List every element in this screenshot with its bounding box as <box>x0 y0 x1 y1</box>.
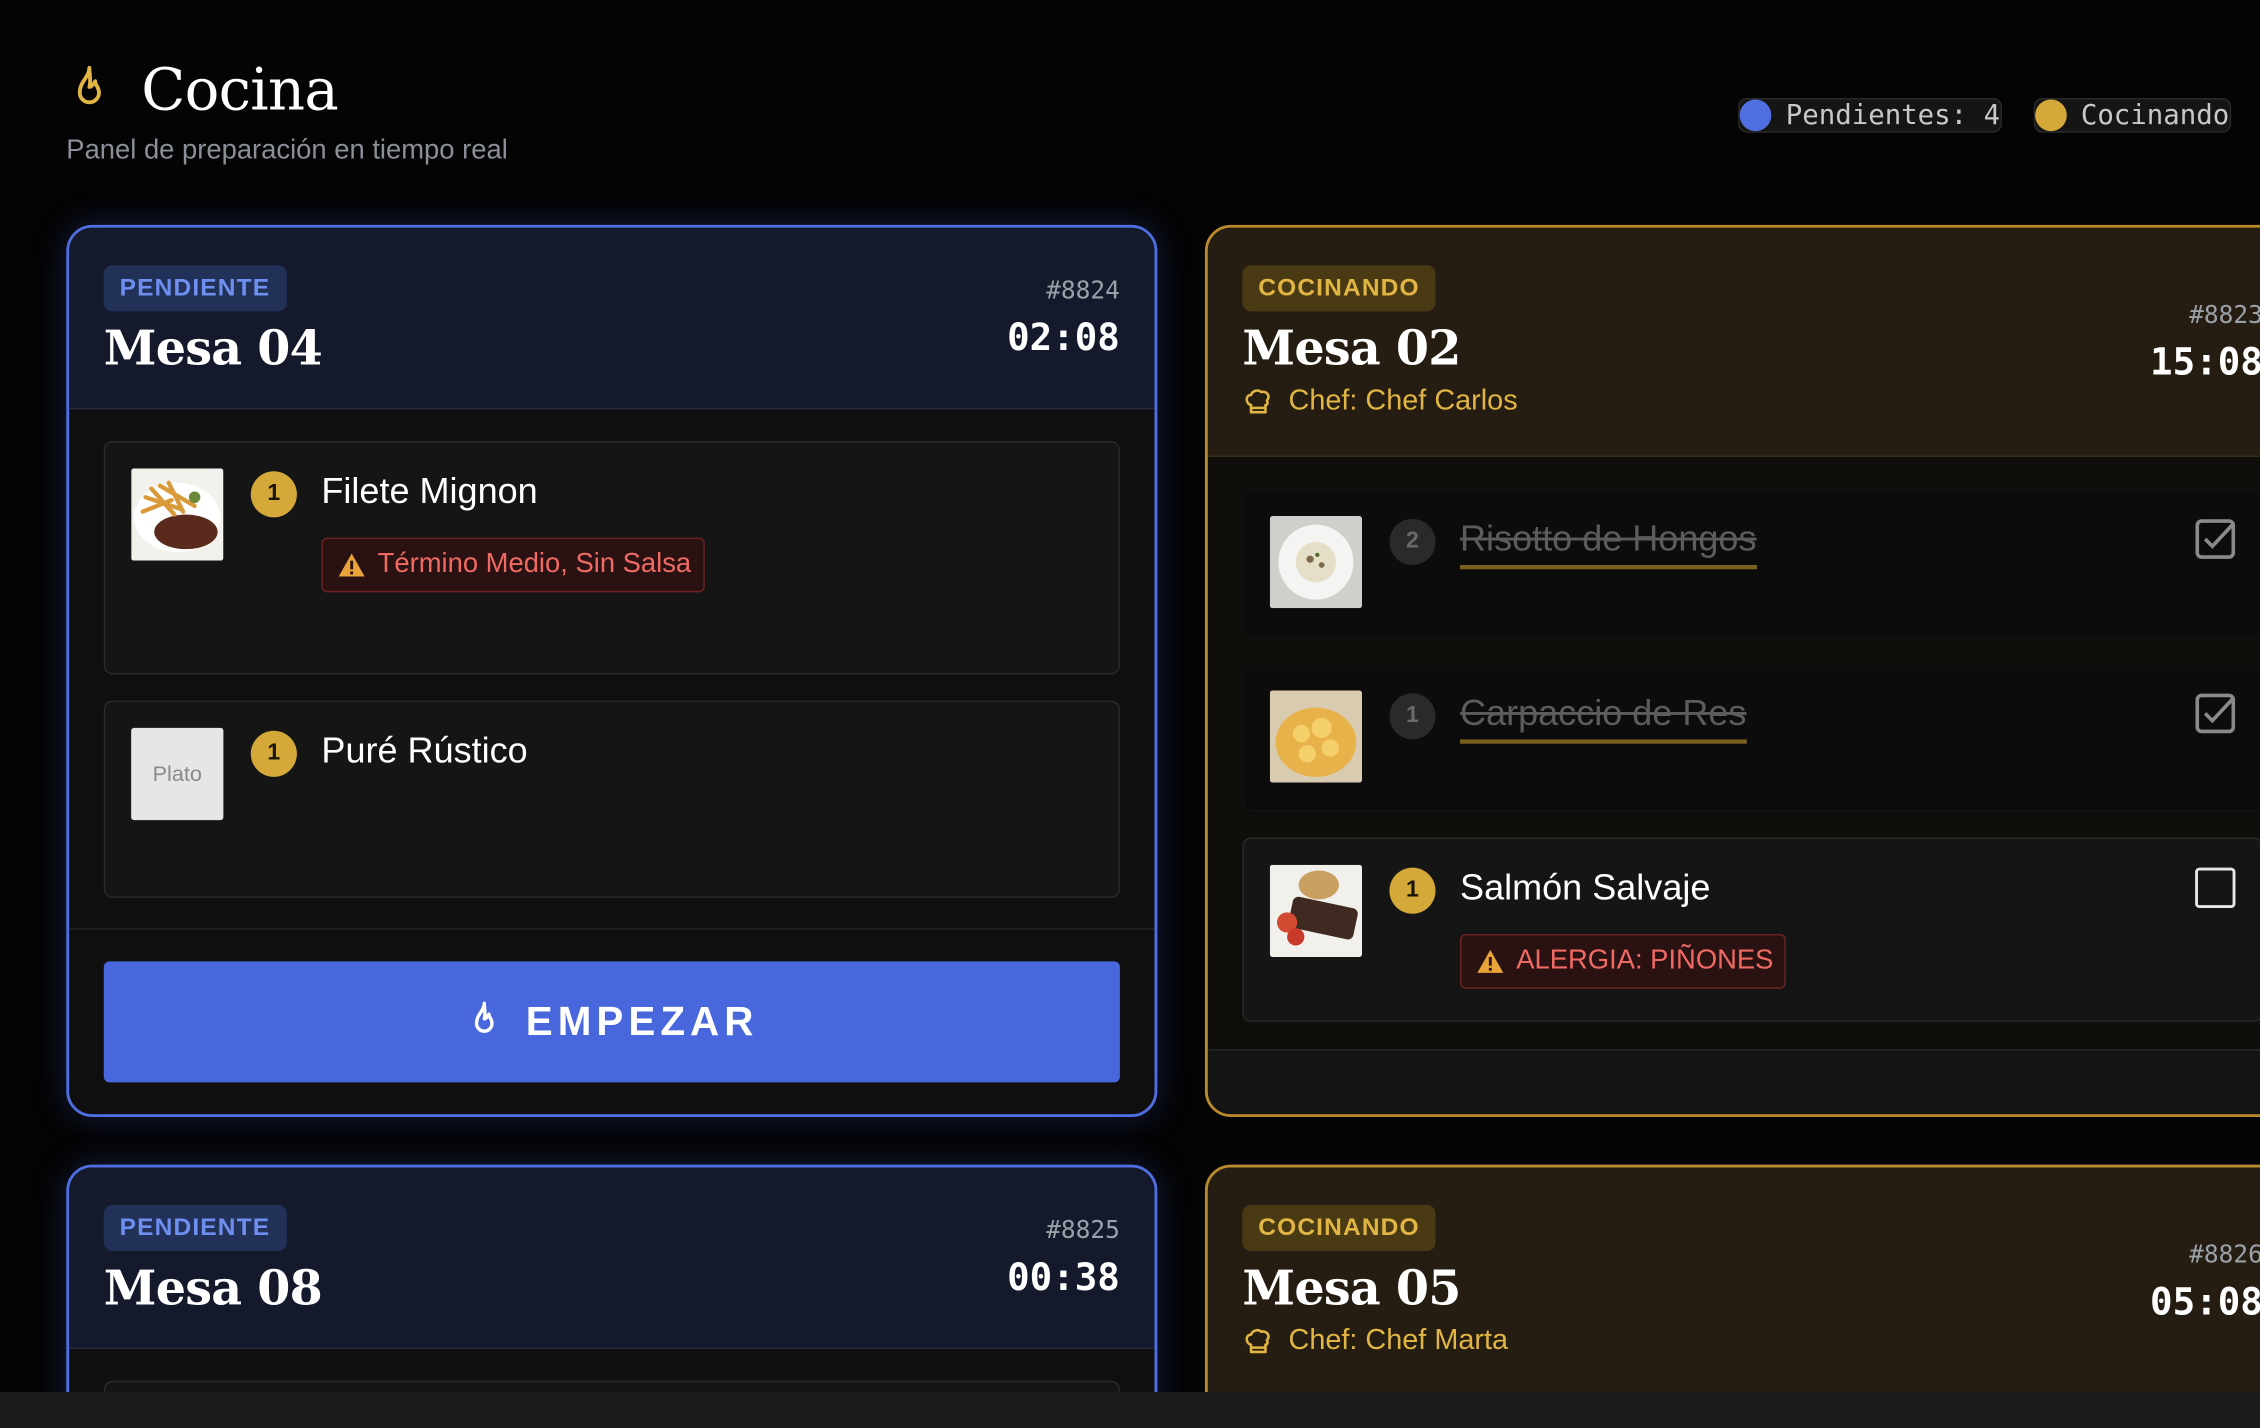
special-note: Término Medio, Sin Salsa <box>321 537 705 593</box>
list-item: 1 Carpaccio de Res <box>1242 662 2260 812</box>
chef-name: Chef: Chef Carlos <box>1288 384 1518 417</box>
table-name: Mesa 02 <box>1242 319 1461 377</box>
quantity-badge: 1 <box>1389 693 1436 740</box>
item-list: 1 Filete Mignon Término Medio, Sin Salsa… <box>69 409 1154 898</box>
title-row: Cocina <box>66 58 507 124</box>
status-badge: PENDIENTE <box>103 265 287 312</box>
dish-image <box>131 468 224 561</box>
card-header: COCINANDO Mesa 02 Chef: Chef Carlos #882… <box>1207 227 2260 457</box>
dish-name: Carpaccio de Res <box>1460 693 1747 744</box>
order-number: #8824 <box>1046 276 1120 306</box>
dish-image <box>1269 864 1363 958</box>
item-list: 2 Risotto de Hongos 1 Carpaccio de Res 1… <box>1208 457 2260 1022</box>
order-card-mesa-05[interactable]: COCINANDO Mesa 05 Chef: Chef Marta #8826… <box>1204 1164 2260 1392</box>
kitchen-display: Cocina Panel de preparación en tiempo re… <box>0 0 2260 1392</box>
page-title: Cocina <box>141 57 338 124</box>
legend-pending-label: Pendientes: 4 <box>1785 99 2001 132</box>
checked-checkbox-icon[interactable] <box>2195 693 2236 734</box>
dish-name: Filete Mignon <box>321 471 538 512</box>
order-timer: 05:08 <box>2150 1281 2260 1325</box>
legend-cooking: Cocinando <box>2033 98 2231 133</box>
list-item: Plato 1 Puré Rústico <box>103 700 1120 898</box>
allergy-note: ALERGIA: PIÑONES <box>1460 933 1787 989</box>
page-subtitle: Panel de preparación en tiempo real <box>66 135 508 166</box>
start-button-label: EMPEZAR <box>525 998 759 1044</box>
dish-image <box>1269 690 1363 783</box>
checked-checkbox-icon[interactable] <box>2195 519 2236 559</box>
dish-image-placeholder: Plato <box>131 727 224 821</box>
legend-pending: Pendientes: 4 <box>1738 98 2002 133</box>
chef-name: Chef: Chef Marta <box>1288 1324 1509 1357</box>
table-name: Mesa 04 <box>103 319 323 377</box>
order-number: #8825 <box>1046 1216 1120 1246</box>
order-timer: 15:08 <box>2150 341 2260 385</box>
card-header: COCINANDO Mesa 05 Chef: Chef Marta #8826… <box>1207 1167 2260 1392</box>
order-number: #8823 <box>2189 301 2260 331</box>
order-timer: 00:38 <box>1007 1256 1120 1301</box>
dish-name: Salmón Salvaje <box>1460 867 1711 909</box>
item-list <box>69 1349 1154 1392</box>
card-header: PENDIENTE Mesa 08 #8825 00:38 <box>69 1167 1155 1350</box>
quantity-badge: 2 <box>1389 518 1436 565</box>
pending-dot-icon <box>1739 99 1772 132</box>
bottom-bar <box>0 1392 2260 1428</box>
flame-icon <box>77 65 101 105</box>
list-item: 1 Salmón Salvaje ALERGIA: PIÑONES <box>1242 837 2260 1022</box>
list-item: 2 Risotto de Hongos <box>1242 488 2260 638</box>
order-timer: 02:08 <box>1007 317 1120 361</box>
chef-hat-icon <box>1245 1328 1270 1353</box>
table-name: Mesa 05 <box>1242 1259 1461 1316</box>
dish-name: Risotto de Hongos <box>1460 518 1757 570</box>
status-badge: PENDIENTE <box>103 1204 287 1252</box>
order-card-mesa-04[interactable]: PENDIENTE Mesa 04 #8824 02:08 1 Filete M… <box>66 224 1158 1118</box>
dish-name: Puré Rústico <box>321 730 528 772</box>
chef-label: Chef: Chef Carlos <box>1242 385 2260 418</box>
dish-image <box>1269 515 1363 609</box>
quantity-badge: 1 <box>250 730 297 777</box>
list-item: 1 Filete Mignon Término Medio, Sin Salsa <box>103 441 1120 675</box>
page-content: Cocina Panel de preparación en tiempo re… <box>0 0 2260 1392</box>
quantity-badge: 1 <box>250 471 297 518</box>
card-header: PENDIENTE Mesa 04 #8824 02:08 <box>69 227 1155 410</box>
order-card-mesa-02[interactable]: COCINANDO Mesa 02 Chef: Chef Carlos #882… <box>1204 224 2260 1118</box>
flame-icon <box>474 1001 494 1033</box>
page-header: Cocina Panel de preparación en tiempo re… <box>66 58 507 168</box>
unchecked-checkbox[interactable] <box>2195 867 2236 909</box>
start-button[interactable]: EMPEZAR <box>103 961 1120 1083</box>
chef-label: Chef: Chef Marta <box>1242 1325 2260 1358</box>
chef-hat-icon <box>1245 388 1270 413</box>
note-text: Término Medio, Sin Salsa <box>377 549 692 580</box>
card-footer <box>1207 1049 2260 1115</box>
table-name: Mesa 08 <box>103 1259 323 1316</box>
card-footer: EMPEZAR <box>69 928 1155 1114</box>
cooking-dot-icon <box>2034 99 2067 132</box>
quantity-badge: 1 <box>1389 867 1436 914</box>
warning-icon <box>1477 949 1504 973</box>
warning-icon <box>338 553 365 577</box>
note-text: ALERGIA: PIÑONES <box>1516 945 1774 976</box>
order-number: #8826 <box>2189 1240 2260 1270</box>
order-card-mesa-08[interactable]: PENDIENTE Mesa 08 #8825 00:38 <box>66 1164 1158 1392</box>
status-badge: COCINANDO <box>1242 1204 1436 1252</box>
status-legend: Pendientes: 4 Cocinando <box>1738 98 2245 159</box>
status-badge: COCINANDO <box>1242 265 1436 312</box>
list-item <box>103 1380 1120 1392</box>
legend-cooking-label: Cocinando <box>2080 99 2230 132</box>
